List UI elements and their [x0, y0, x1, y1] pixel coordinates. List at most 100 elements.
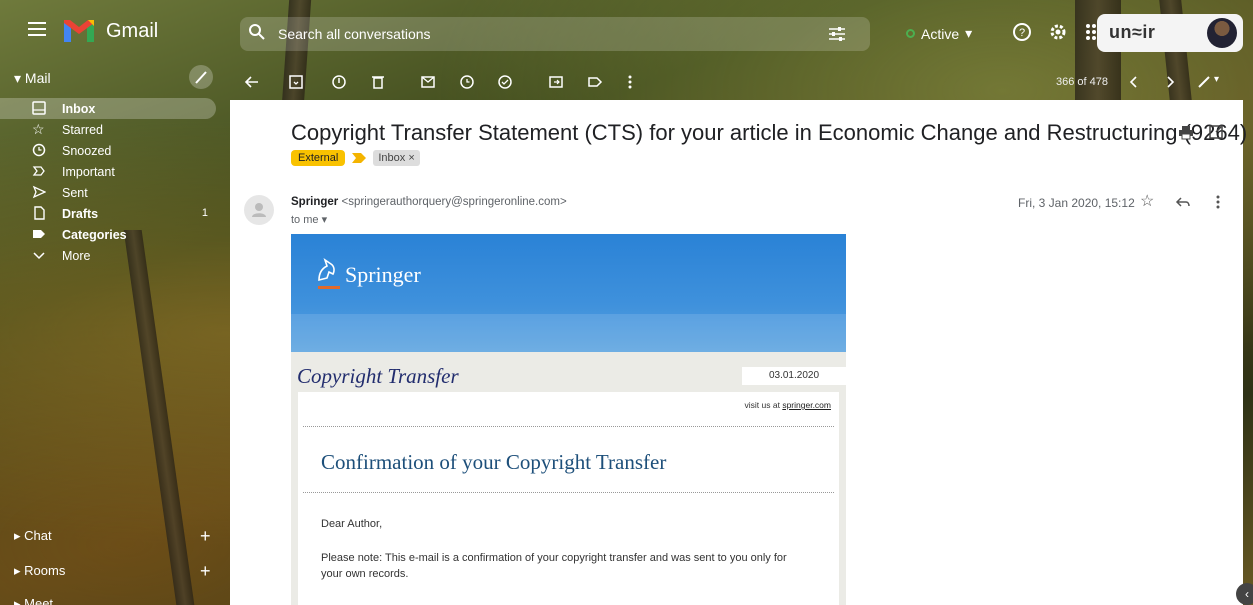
sender-email: <springerauthorquery@springeronline.com> [341, 196, 567, 208]
sidebar-item-more[interactable]: More [0, 245, 216, 266]
springer-link[interactable]: springer.com [782, 400, 831, 410]
banner-stripe [291, 314, 846, 352]
visit-line: visit us at springer.com [745, 400, 831, 410]
mail-section-toggle[interactable]: ▾ Mail [14, 70, 51, 87]
email-card: visit us at springer.com Confirmation of… [298, 392, 839, 605]
sidebar-item-categories[interactable]: Categories [0, 224, 216, 245]
sidebar-item-label: Starred [62, 122, 103, 137]
search-bar [240, 17, 870, 51]
archive-icon[interactable] [288, 74, 304, 90]
mark-unread-icon[interactable] [420, 74, 436, 90]
chevron-down-icon [33, 252, 45, 260]
message-date: Fri, 3 Jan 2020, 15:12 [1018, 196, 1135, 210]
sidebar-section-chat[interactable]: ▸ Chat + [14, 526, 211, 546]
greeting: Dear Author, [321, 518, 383, 530]
sidebar-item-label: Inbox [62, 101, 96, 116]
send-icon [32, 185, 46, 199]
avatar[interactable] [1207, 18, 1237, 48]
star-icon[interactable]: ☆ [1140, 194, 1156, 210]
help-icon[interactable]: ? [1012, 22, 1032, 42]
more-vertical-icon[interactable] [1210, 194, 1226, 210]
status-label: Active [921, 25, 960, 42]
svg-text:?: ? [1019, 27, 1025, 39]
sidebar-item-label: Drafts [62, 206, 99, 221]
logo-underline [318, 286, 340, 289]
springer-brand-name: Springer [345, 262, 421, 287]
gmail-logo-icon[interactable] [64, 20, 94, 44]
mail-nav: Inbox ☆ Starred Snoozed Important Sent D… [0, 98, 216, 266]
open-in-new-window-icon[interactable] [1208, 124, 1224, 140]
labels-icon[interactable] [587, 74, 603, 90]
account-button[interactable]: un≈ir [1097, 14, 1243, 52]
divider [303, 426, 834, 427]
drafts-count-badge: 1 [201, 207, 208, 219]
label-icon [33, 230, 45, 238]
chevron-down-icon: ▾ [965, 25, 973, 41]
side-panel-toggle-icon[interactable]: ‹ [1236, 583, 1253, 605]
settings-gear-icon[interactable] [1048, 22, 1068, 42]
main-menu-icon[interactable] [28, 22, 46, 36]
input-tools-icon[interactable] [1196, 74, 1212, 90]
sidebar-item-label: Important [62, 164, 115, 179]
reply-icon[interactable] [1175, 194, 1191, 210]
compose-pencil-icon[interactable] [186, 64, 216, 90]
confirmation-note: Please note: This e-mail is a confirmati… [321, 552, 787, 580]
app-name[interactable]: Gmail [106, 20, 158, 43]
inbox-label-chip[interactable]: Inbox × [373, 150, 420, 166]
back-arrow-icon[interactable] [244, 74, 260, 90]
copyright-transfer-title: Copyright Transfer [297, 364, 459, 388]
sidebar-item-drafts[interactable]: Drafts 1 [0, 203, 216, 224]
sidebar-section-label: Meet [24, 596, 54, 605]
search-icon[interactable] [248, 23, 266, 41]
search-input[interactable] [278, 23, 798, 45]
important-icon [32, 166, 45, 176]
pagination-count: 366 of 478 [1056, 76, 1108, 88]
message-view: Copyright Transfer Statement (CTS) for y… [230, 100, 1247, 605]
sidebar: ▾ Mail Inbox ☆ Starred Snoozed Important… [0, 64, 228, 605]
sidebar-item-label: Sent [62, 185, 88, 200]
delete-icon[interactable] [370, 74, 386, 90]
person-icon [252, 203, 266, 217]
sidebar-section-label: Rooms [24, 563, 66, 578]
sidebar-item-label: More [62, 248, 91, 263]
important-marker-icon[interactable] [351, 152, 367, 164]
more-vertical-icon[interactable] [622, 74, 638, 90]
add-to-tasks-icon[interactable] [497, 74, 513, 90]
inbox-icon [32, 101, 46, 115]
report-spam-icon[interactable] [331, 74, 347, 90]
message-subject: Copyright Transfer Statement (CTS) for y… [291, 120, 1248, 145]
chevron-down-icon[interactable]: ▾ [1214, 74, 1219, 85]
print-icon[interactable] [1178, 124, 1194, 140]
top-bar: Gmail Active ▾ ? un≈ir [0, 0, 1253, 64]
search-options-icon[interactable] [828, 25, 846, 43]
sidebar-item-inbox[interactable]: Inbox [0, 98, 216, 119]
divider [303, 492, 834, 493]
sidebar-section-meet[interactable]: ▸ Meet [14, 596, 53, 605]
sidebar-item-label: Snoozed [62, 143, 112, 158]
sender-name[interactable]: Springer [291, 196, 338, 208]
add-chat-icon[interactable]: + [200, 526, 211, 547]
clock-icon [32, 143, 46, 157]
external-tag: External [291, 150, 346, 166]
status-selector[interactable]: Active ▾ [906, 25, 972, 42]
mail-section-label: Mail [24, 70, 51, 86]
snooze-icon[interactable] [459, 74, 475, 90]
sidebar-item-important[interactable]: Important [0, 161, 216, 182]
email-date: 03.01.2020 [742, 367, 846, 385]
sender-avatar[interactable] [244, 195, 274, 225]
sidebar-section-rooms[interactable]: ▸ Rooms + [14, 561, 211, 581]
recipient-details-toggle[interactable]: to me ▾ [291, 213, 327, 226]
organization-logo: un≈ir [1109, 22, 1156, 42]
springer-banner: Springer [291, 234, 846, 352]
move-to-icon[interactable] [548, 74, 564, 90]
add-room-icon[interactable]: + [200, 561, 211, 582]
star-icon: ☆ [32, 121, 45, 137]
sender-line: Springer <springerauthorquery@springeron… [291, 196, 567, 208]
draft-icon [34, 206, 45, 220]
springer-horse-logo-icon [318, 258, 335, 282]
sidebar-item-sent[interactable]: Sent [0, 182, 216, 203]
sidebar-item-starred[interactable]: ☆ Starred [0, 119, 216, 140]
older-chevron-right-icon[interactable] [1162, 74, 1178, 90]
newer-chevron-left-icon[interactable] [1126, 74, 1142, 90]
sidebar-item-snoozed[interactable]: Snoozed [0, 140, 216, 161]
